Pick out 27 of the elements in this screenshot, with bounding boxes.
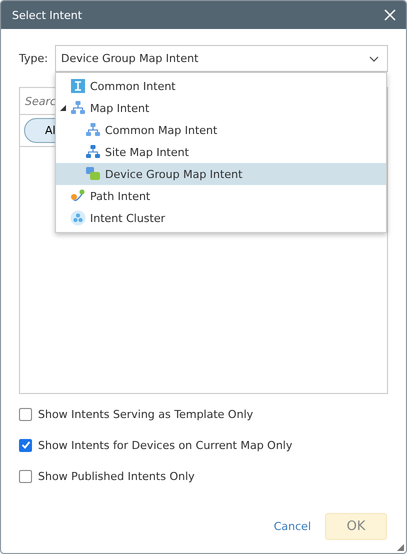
network-nodes-icon (85, 122, 101, 138)
menu-item[interactable]: Path Intent (56, 185, 386, 207)
cluster-icon (70, 210, 86, 226)
device-group-icon (85, 166, 101, 182)
cancel-link[interactable]: Cancel (274, 520, 311, 533)
network-nodes-icon (70, 100, 86, 116)
window-title: Select Intent (12, 8, 82, 22)
checkbox-label: Show Published Intents Only (38, 470, 195, 482)
chevron-down-icon (369, 56, 379, 62)
close-icon[interactable] (384, 9, 396, 21)
network-nodes-icon (85, 144, 101, 160)
expand-triangle-icon[interactable] (60, 105, 66, 111)
menu-item[interactable]: Device Group Map Intent (56, 163, 386, 185)
checkbox[interactable] (19, 408, 32, 420)
type-dropdown[interactable]: Device Group Map Intent (55, 45, 388, 72)
checkbox-label: Show Intents Serving as Template Only (38, 408, 254, 420)
menu-item[interactable]: Map Intent (56, 97, 386, 119)
path-pins-icon (70, 188, 86, 204)
checkbox[interactable] (19, 438, 32, 452)
resize-grip-icon[interactable] (397, 544, 404, 551)
menu-item[interactable]: Intent Cluster (56, 207, 386, 229)
checkbox-label: Show Intents for Devices on Current Map Only (38, 438, 292, 452)
type-label: Type: (19, 52, 49, 65)
checkbox[interactable] (19, 470, 32, 482)
menu-item[interactable]: Site Map Intent (56, 141, 386, 163)
info-square-icon (70, 78, 86, 94)
menu-item[interactable]: Common Intent (56, 75, 386, 97)
